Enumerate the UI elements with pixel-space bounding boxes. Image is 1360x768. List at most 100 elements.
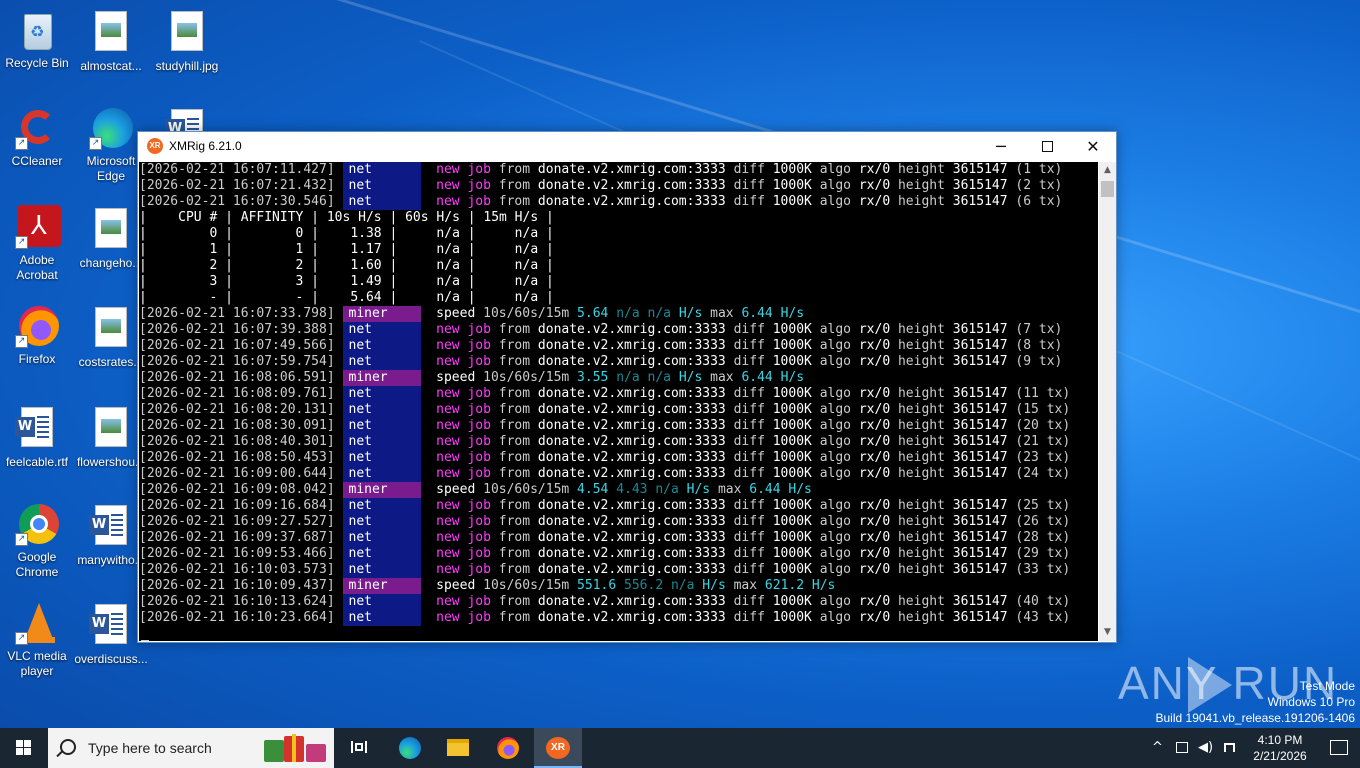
desktop-icon-almostcat[interactable]: almostcat... — [74, 8, 148, 74]
wifi-icon[interactable] — [1224, 728, 1235, 768]
os-build-label: Build 19041.vb_release.191206-1406 — [1155, 711, 1356, 725]
diff-value: 1000K — [772, 530, 812, 545]
height-label: height — [897, 162, 945, 177]
volume-icon[interactable]: ◀) — [1198, 728, 1213, 768]
desktop-icon-chrome[interactable]: ↗ Google Chrome — [0, 502, 74, 580]
algo-value: rx/0 — [858, 402, 891, 417]
algo-value: rx/0 — [858, 466, 891, 481]
height-label: height — [897, 562, 945, 577]
scroll-down-arrow-icon[interactable]: ▼ — [1099, 624, 1116, 641]
close-button[interactable]: ✕ — [1070, 132, 1116, 161]
algo-label: algo — [819, 562, 852, 577]
word-document-icon: W — [89, 505, 133, 549]
log-job-word: job — [467, 178, 491, 193]
speed-15m: n/a — [655, 482, 679, 497]
max-label: max — [733, 578, 758, 593]
algo-value: rx/0 — [858, 418, 891, 433]
speed-10s: 3.55 — [577, 370, 609, 385]
pool-address: donate.v2.xmrig.com:3333 — [537, 562, 726, 577]
diff-label: diff — [733, 338, 765, 353]
algo-label: algo — [819, 178, 852, 193]
log-new-word: new — [436, 466, 460, 481]
algo-value: rx/0 — [858, 514, 891, 529]
window-titlebar[interactable]: XR XMRig 6.21.0 ─ ✕ — [138, 132, 1116, 161]
task-view-button[interactable] — [336, 728, 384, 768]
console-line: [2026-02-21 16:08:30.091] net new job fr… — [139, 418, 1098, 434]
desktop-icon-acrobat[interactable]: ⅄ ↗ Adobe Acrobat — [0, 205, 74, 283]
log-job-word: job — [467, 498, 491, 513]
height-label: height — [897, 514, 945, 529]
maximize-button[interactable] — [1024, 132, 1070, 161]
desktop-icon-feelcable[interactable]: W feelcable.rtf — [0, 404, 74, 470]
diff-label: diff — [733, 530, 765, 545]
console-line: [2026-02-21 16:08:50.453] net new job fr… — [139, 450, 1098, 466]
algo-value: rx/0 — [858, 498, 891, 513]
log-job-word: job — [467, 338, 491, 353]
network-icon[interactable] — [1176, 728, 1188, 768]
speed-unit: H/s — [780, 370, 805, 385]
scrollbar-thumb[interactable] — [1101, 181, 1114, 197]
image-file-icon — [89, 307, 133, 351]
log-tag: net — [342, 610, 421, 626]
speed-60s: 4.43 — [616, 482, 648, 497]
height-value: 3615147 — [952, 514, 1008, 529]
speed-window: 10s/60s/15m — [483, 370, 570, 385]
console-line: [2026-02-21 16:08:40.301] net new job fr… — [139, 434, 1098, 450]
anyrun-play-icon — [1188, 657, 1232, 713]
log-new-word: new — [436, 514, 460, 529]
xmrig-window[interactable]: XR XMRig 6.21.0 ─ ✕ [2026-02-21 16:07:11… — [137, 131, 1117, 643]
vlc-icon: ↗ — [15, 601, 59, 645]
log-timestamp: [2026-02-21 16:07:30.546] — [139, 194, 335, 209]
desktop-icon-ccleaner[interactable]: ↗ CCleaner — [0, 106, 74, 169]
algo-value: rx/0 — [858, 610, 891, 625]
speed-max: 6.44 — [741, 306, 773, 321]
algo-label: algo — [819, 450, 852, 465]
height-label: height — [897, 386, 945, 401]
speed-label: speed — [436, 578, 476, 593]
log-tag: net — [342, 594, 421, 610]
algo-label: algo — [819, 194, 852, 209]
search-highlight-gifts-icon[interactable] — [262, 734, 330, 762]
desktop-icon-label: studyhill.jpg — [155, 59, 219, 73]
image-file-icon — [89, 11, 133, 55]
tray-overflow-chevron[interactable]: ^ — [1152, 728, 1163, 768]
taskbar-search-box[interactable]: Type here to search — [48, 728, 334, 768]
tx-count: (7 tx) — [1015, 322, 1063, 337]
log-job-word: job — [467, 530, 491, 545]
clock-date: 2/21/2026 — [1253, 749, 1307, 763]
taskbar-file-explorer[interactable] — [434, 728, 482, 768]
taskbar-xmrig[interactable]: XR — [534, 728, 582, 768]
log-timestamp: [2026-02-21 16:07:39.388] — [139, 322, 335, 337]
log-timestamp: [2026-02-21 16:10:09.437] — [139, 578, 335, 593]
desktop-icon-studyhill[interactable]: studyhill.jpg — [150, 8, 224, 74]
speed-unit: H/s — [686, 482, 711, 497]
log-from-word: from — [498, 162, 531, 177]
taskbar-clock[interactable]: 4:10 PM 2/21/2026 — [1240, 732, 1320, 764]
vertical-scrollbar[interactable]: ▲ ▼ — [1099, 162, 1116, 641]
height-value: 3615147 — [952, 434, 1008, 449]
height-label: height — [897, 530, 945, 545]
scroll-up-arrow-icon[interactable]: ▲ — [1099, 162, 1116, 179]
diff-label: diff — [733, 162, 765, 177]
log-new-word: new — [436, 386, 460, 401]
notification-center-icon[interactable] — [1330, 740, 1348, 755]
taskbar: Type here to search XR ^ ◀) 4:10 PM 2/21… — [0, 728, 1360, 768]
taskbar-firefox[interactable] — [484, 728, 532, 768]
desktop-icon-firefox[interactable]: ↗ Firefox — [0, 304, 74, 367]
desktop-icon-recycle-bin[interactable]: ♻ Recycle Bin — [0, 8, 74, 71]
diff-value: 1000K — [772, 546, 812, 561]
height-label: height — [897, 322, 945, 337]
start-button[interactable] — [0, 728, 48, 768]
log-from-word: from — [498, 498, 531, 513]
algo-label: algo — [819, 402, 852, 417]
console-line: [2026-02-21 16:09:08.042] miner speed 10… — [139, 482, 1098, 498]
taskbar-edge[interactable] — [386, 728, 434, 768]
minimize-button[interactable]: ─ — [978, 132, 1024, 161]
log-job-word: job — [467, 562, 491, 577]
diff-value: 1000K — [772, 194, 812, 209]
desktop-icon-vlc[interactable]: ↗ VLC media player — [0, 601, 74, 679]
log-from-word: from — [498, 402, 531, 417]
algo-label: algo — [819, 466, 852, 481]
console-output[interactable]: [2026-02-21 16:07:11.427] net new job fr… — [139, 162, 1098, 641]
tx-count: (25 tx) — [1015, 498, 1071, 513]
